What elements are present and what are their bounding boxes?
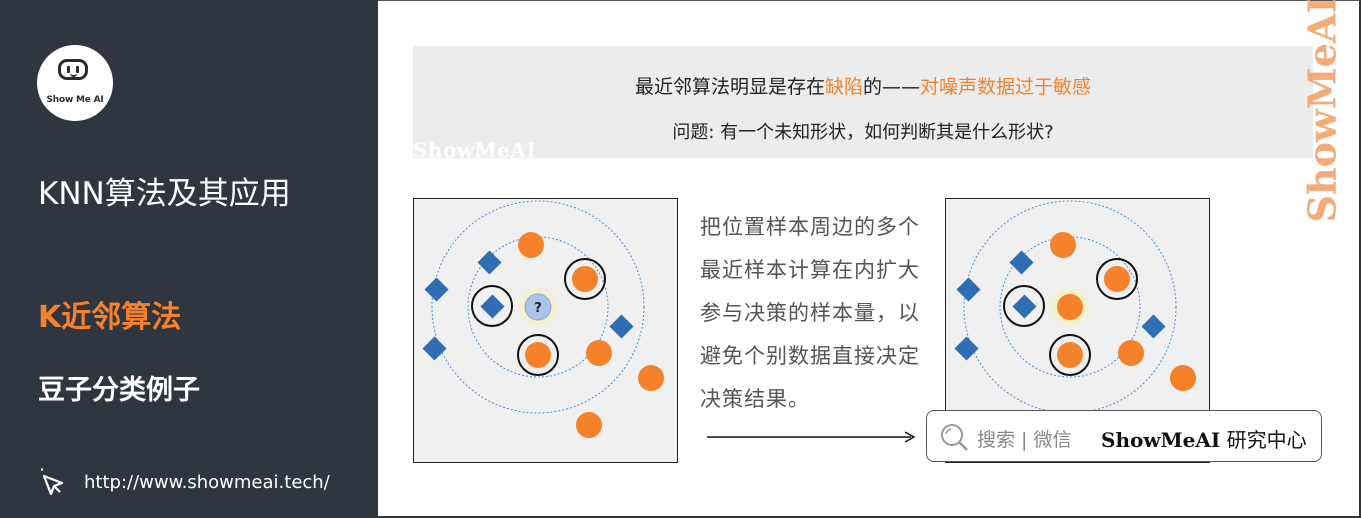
watermark-vertical: ShowMeAI — [1299, 0, 1345, 223]
circle-sample — [1170, 365, 1196, 391]
diamond-sample — [1012, 294, 1037, 319]
diamond-sample — [609, 314, 634, 339]
website-link[interactable]: http://www.showmeai.tech/ — [84, 472, 330, 493]
diamond-sample — [1009, 250, 1034, 275]
circle-sample — [572, 266, 598, 292]
banner-headline: 最近邻算法明显是存在缺陷的——对噪声数据过于敏感 — [634, 76, 1092, 98]
unknown-sample-label: ? — [534, 301, 542, 316]
section-subtitle: K近邻算法 — [38, 300, 182, 335]
cursor-click-icon — [41, 468, 64, 496]
knn-description: 把位置样本周边的多个最近样本计算在内扩大参与决策的样本量，以避免个别数据直接决定… — [700, 215, 920, 411]
showmeai-logo[interactable]: Show Me AI — [37, 45, 113, 121]
diamond-sample — [954, 336, 979, 361]
question-banner: 最近邻算法明显是存在缺陷的——对噪声数据过于敏感 问题: 有一个未知形状，如何判… — [413, 46, 1313, 158]
diamond-sample — [480, 294, 505, 319]
diamond-sample — [424, 277, 449, 302]
search-label: 搜索 | 微信 — [977, 429, 1072, 451]
classified-sample — [1057, 294, 1083, 320]
diamond-sample — [1141, 314, 1166, 339]
robot-logo-icon — [58, 59, 88, 80]
circle-sample — [1104, 266, 1130, 292]
sidebar: Show Me AI KNN算法及其应用 K近邻算法 豆子分类例子 http:/… — [0, 0, 378, 518]
search-icon — [941, 424, 968, 451]
diamond-sample — [477, 250, 502, 275]
circle-sample — [518, 232, 544, 258]
circle-sample — [1050, 232, 1076, 258]
circle-sample — [576, 412, 602, 438]
circle-sample — [1118, 340, 1144, 366]
knn-panel-before: ? — [413, 198, 678, 463]
watermark-small: ShowMeAI — [413, 138, 537, 162]
diamond-sample — [422, 336, 447, 361]
search-brand: ShowMeAI 研究中心 — [1101, 428, 1307, 452]
circle-sample — [525, 342, 551, 368]
circle-sample — [586, 340, 612, 366]
arrow-right-icon — [707, 431, 916, 443]
logo-text: Show Me AI — [46, 95, 104, 105]
circle-sample — [638, 365, 664, 391]
section-topic: 豆子分类例子 — [38, 375, 200, 406]
wechat-search-box[interactable]: 搜索 | 微信 ShowMeAI 研究中心 — [926, 410, 1322, 462]
section-title: KNN算法及其应用 — [38, 176, 291, 212]
banner-question: 问题: 有一个未知形状，如何判断其是什么形状? — [672, 122, 1054, 143]
circle-sample — [1057, 342, 1083, 368]
diamond-sample — [956, 277, 981, 302]
knn-diagram-before: ? — [422, 200, 664, 438]
